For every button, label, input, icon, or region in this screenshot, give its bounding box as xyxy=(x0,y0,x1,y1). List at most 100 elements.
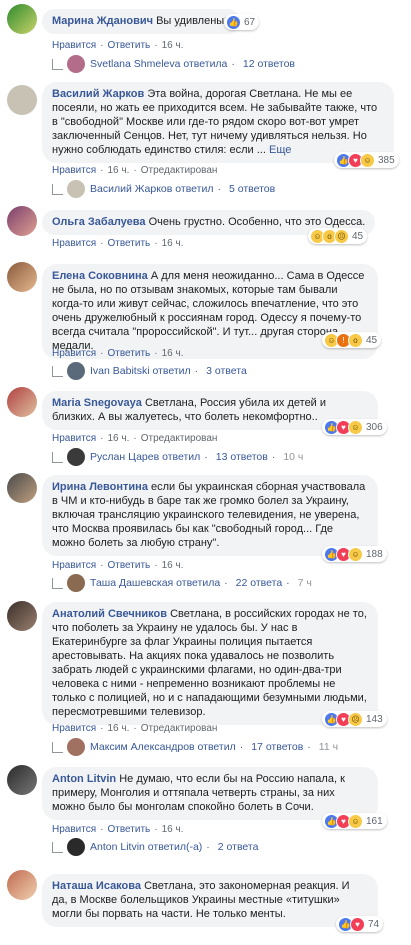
avatar xyxy=(67,362,85,380)
haha-icon: ☺ xyxy=(348,419,363,435)
comment-actions: Нравится · Ответить · 16 ч. xyxy=(52,560,184,571)
comment-author[interactable]: Наташа Исакова xyxy=(52,880,141,892)
reply-link[interactable]: Ответить xyxy=(107,348,150,359)
reply-count: 22 ответа xyxy=(235,577,283,589)
comment-time[interactable]: 16 ч. xyxy=(162,40,184,51)
replies-link[interactable]: Василий Жарков ответил · 5 ответов xyxy=(52,180,275,198)
haha-icon: ☺ xyxy=(360,152,375,168)
sad-icon: ☹ xyxy=(334,228,349,244)
comment-author[interactable]: Елена Соковнина xyxy=(52,270,148,282)
like-link[interactable]: Нравится xyxy=(52,824,96,835)
avatar[interactable] xyxy=(7,262,37,292)
comment-time[interactable]: 16 ч. xyxy=(107,723,129,734)
sad-icon: ☹ xyxy=(348,711,363,727)
reply-count: 3 ответа xyxy=(206,365,247,377)
avatar xyxy=(67,448,85,466)
reply-link[interactable]: Ответить xyxy=(107,560,150,571)
replies-link[interactable]: Таша Дашевская ответила · 22 ответа · 7 … xyxy=(52,574,312,592)
reaction-count: 74 xyxy=(368,918,380,930)
reply-arrow-icon xyxy=(52,741,63,753)
avatar[interactable] xyxy=(7,870,37,900)
edited-label[interactable]: Отредактирован xyxy=(141,165,218,176)
reaction-summary[interactable]: 👍 ♥ ☺ 161 xyxy=(322,813,387,829)
replies-link[interactable]: Anton Litvin ответил(-а) · 2 ответа xyxy=(52,838,258,856)
avatar[interactable] xyxy=(7,765,37,795)
comment-author[interactable]: Ирина Левонтина xyxy=(52,481,148,493)
comment-author[interactable]: Ольга Забалуева xyxy=(52,216,146,228)
reply-count: 2 ответа xyxy=(217,841,259,853)
like-link[interactable]: Нравится xyxy=(52,723,96,734)
like-link[interactable]: Нравится xyxy=(52,348,96,359)
avatar[interactable] xyxy=(7,4,37,34)
avatar[interactable] xyxy=(7,206,37,236)
avatar[interactable] xyxy=(7,85,37,115)
reaction-count: 45 xyxy=(366,334,378,346)
replies-link[interactable]: Svetlana Shmeleva ответила · 12 ответов xyxy=(52,55,295,73)
like-icon: 👍 xyxy=(226,14,241,30)
comment-time[interactable]: 16 ч. xyxy=(107,433,129,444)
reply-link[interactable]: Ответить xyxy=(107,824,150,835)
reply-author: Василий Жарков ответил xyxy=(90,183,214,195)
reaction-count: 143 xyxy=(366,713,383,725)
comment-bubble: Анатолий Свечников Светлана, в российски… xyxy=(42,602,378,725)
comment-bubble: Василий Жарков Эта война, дорогая Светла… xyxy=(42,82,394,163)
reaction-summary[interactable]: 👍 ♥ 74 xyxy=(336,916,384,932)
reply-link[interactable]: Ответить xyxy=(107,238,150,249)
comment-bubble: Anton Litvin Не думаю, что если бы на Ро… xyxy=(42,767,378,820)
reaction-summary[interactable]: 👍 ♥ ☺ 306 xyxy=(322,419,387,435)
reply-time: 11 ч xyxy=(318,741,339,753)
reply-arrow-icon xyxy=(52,841,63,853)
reply-count: 12 ответов xyxy=(242,58,295,70)
reply-link[interactable]: Ответить xyxy=(107,40,150,51)
reply-author: Руслан Царев ответил xyxy=(90,451,201,463)
reply-arrow-icon xyxy=(52,183,63,195)
avatar xyxy=(67,180,85,198)
reaction-count: 385 xyxy=(378,154,395,166)
like-link[interactable]: Нравится xyxy=(52,560,96,571)
comment-author[interactable]: Anton Litvin xyxy=(52,773,116,785)
reply-arrow-icon xyxy=(52,577,63,589)
reaction-summary[interactable]: 👍 ♥ ☺ 385 xyxy=(334,152,399,168)
avatar xyxy=(67,738,85,756)
comment-author[interactable]: Maria Snegovaya xyxy=(52,397,142,409)
reaction-summary[interactable]: 👍 ♥ ☹ 143 xyxy=(322,711,387,727)
reaction-summary[interactable]: ☺ ! o 45 xyxy=(322,332,382,348)
reaction-count: 188 xyxy=(366,548,383,560)
avatar[interactable] xyxy=(7,387,37,417)
comment-author[interactable]: Василий Жарков xyxy=(52,88,144,100)
see-more-link[interactable]: Еще xyxy=(269,144,291,156)
reaction-summary[interactable]: ☺ o ☹ 45 xyxy=(308,228,368,244)
like-link[interactable]: Нравится xyxy=(52,165,96,176)
comment-author[interactable]: Марина Жданович xyxy=(52,15,153,27)
reply-count: 17 ответов xyxy=(251,741,304,753)
like-link[interactable]: Нравится xyxy=(52,238,96,249)
replies-link[interactable]: Ivan Babitski ответил · 3 ответа xyxy=(52,362,247,380)
comment-text: Очень грустно. Особенно, что это Одесса. xyxy=(148,216,366,228)
comment-time[interactable]: 16 ч. xyxy=(162,348,184,359)
comment-time[interactable]: 16 ч. xyxy=(162,560,184,571)
avatar xyxy=(67,55,85,73)
comment-author[interactable]: Анатолий Свечников xyxy=(52,608,167,620)
reaction-count: 67 xyxy=(244,16,256,28)
avatar[interactable] xyxy=(7,473,37,503)
comment-time[interactable]: 16 ч. xyxy=(107,165,129,176)
avatar xyxy=(67,574,85,592)
avatar[interactable] xyxy=(7,601,37,631)
replies-link[interactable]: Максим Александров ответил · 17 ответов … xyxy=(52,738,338,756)
like-link[interactable]: Нравится xyxy=(52,40,96,51)
reply-time: 10 ч xyxy=(283,451,304,463)
reply-arrow-icon xyxy=(52,365,63,377)
edited-label[interactable]: Отредактирован xyxy=(141,433,218,444)
edited-label[interactable]: Отредактирован xyxy=(141,723,218,734)
reaction-summary[interactable]: 👍 ♥ ☺ 188 xyxy=(322,546,387,562)
reply-author: Ivan Babitski ответил xyxy=(90,365,191,377)
comment-time[interactable]: 16 ч. xyxy=(162,238,184,249)
reply-author: Anton Litvin ответил(-а) xyxy=(90,841,203,853)
reaction-summary[interactable]: 👍 67 xyxy=(224,14,260,30)
comment-actions: Нравится · Ответить · 16 ч. xyxy=(52,40,184,51)
comment-bubble: Наташа Исакова Светлана, это закономерна… xyxy=(42,874,378,927)
comment-time[interactable]: 16 ч. xyxy=(162,824,184,835)
reaction-count: 161 xyxy=(366,815,383,827)
replies-link[interactable]: Руслан Царев ответил · 13 ответов · 10 ч xyxy=(52,448,303,466)
like-link[interactable]: Нравится xyxy=(52,433,96,444)
